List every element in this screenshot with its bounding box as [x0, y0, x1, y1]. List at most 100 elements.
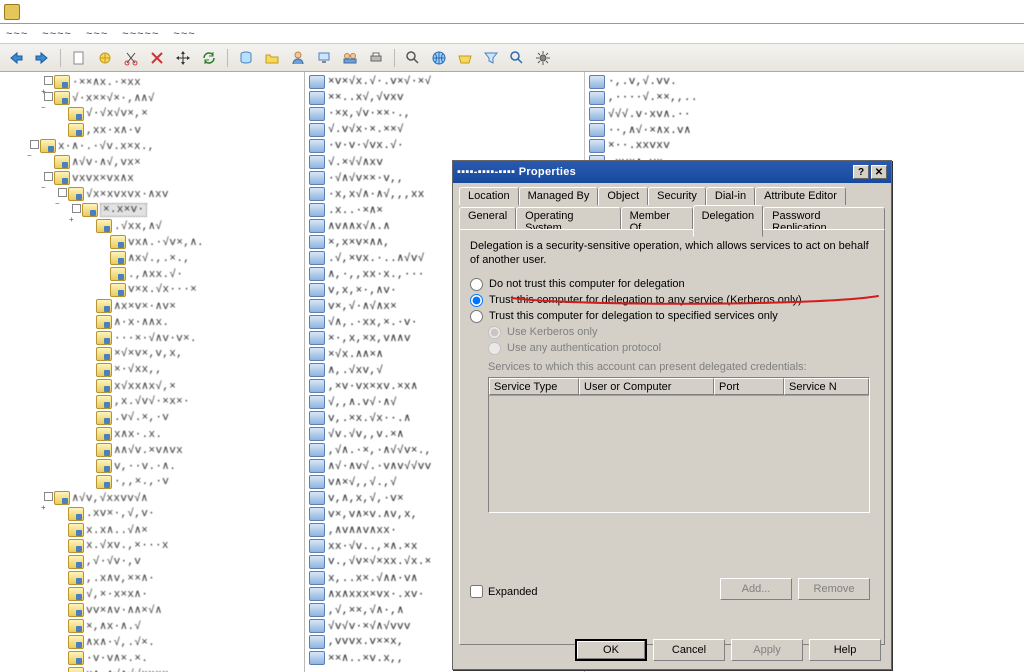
tree-node[interactable]: .√xx,∧√: [2, 218, 302, 234]
tb-search[interactable]: [507, 48, 527, 68]
radio-do-not-trust-input[interactable]: [470, 278, 483, 291]
tree-node[interactable]: ×·√xx,,: [2, 362, 302, 378]
dialog-title-bar[interactable]: ▪▪▪▪-▪▪▪▪-▪▪▪▪ Properties ? ✕: [453, 161, 891, 183]
radio-do-not-trust[interactable]: Do not trust this computer for delegatio…: [470, 278, 874, 291]
tree-node[interactable]: ×√×v×,v,x,: [2, 346, 302, 362]
tb-funnel[interactable]: [481, 48, 501, 68]
tree-node[interactable]: √·√x√v×,×: [2, 106, 302, 122]
tree-node[interactable]: ∧x×v×·∧v×: [2, 298, 302, 314]
list-item[interactable]: ×v×√x.√·.v×√·×√: [305, 74, 584, 90]
tree-node[interactable]: ∧x∧·√,.√×.: [2, 634, 302, 650]
col-service-name[interactable]: Service N: [784, 378, 869, 395]
tree-node[interactable]: √x×xvxvx·∧xv: [2, 186, 302, 202]
menu-bar[interactable]: ~~~ ~~~~ ~~~ ~~~~~ ~~~: [0, 24, 1024, 44]
tb-refresh[interactable]: [199, 48, 219, 68]
list-item[interactable]: ·v·v·√vx.√·: [305, 138, 584, 154]
tb-globe[interactable]: [429, 48, 449, 68]
tree-node[interactable]: ·v·v∧×.×.: [2, 650, 302, 666]
tb-gear[interactable]: [533, 48, 553, 68]
ok-button[interactable]: OK: [575, 639, 647, 661]
tab-dial-in[interactable]: Dial-in: [706, 187, 755, 205]
cancel-button[interactable]: Cancel: [653, 639, 725, 661]
tree-view[interactable]: ·××∧x.·×xx√·x××√×·,∧∧√√·√x√v×,×,xx·x∧·vx…: [0, 72, 305, 672]
tb-page[interactable]: [69, 48, 89, 68]
tree-node[interactable]: ,√·√v·,v: [2, 554, 302, 570]
list-item[interactable]: ··,∧√·×∧x.v∧: [585, 122, 1024, 138]
menu-item[interactable]: ~~~~: [42, 28, 72, 40]
tree-node[interactable]: ,xx·x∧·v: [2, 122, 302, 138]
tree-node[interactable]: x√xx∧x√,×: [2, 378, 302, 394]
tree-node[interactable]: .xv×·,√,v·: [2, 506, 302, 522]
tb-user[interactable]: [288, 48, 308, 68]
expanded-checkbox[interactable]: Expanded: [470, 585, 538, 598]
col-port[interactable]: Port: [714, 378, 784, 395]
tree-node[interactable]: .,∧xx.√·: [2, 266, 302, 282]
tree-node[interactable]: ·,,×.,·v: [2, 474, 302, 490]
tree-node[interactable]: x.x∧..√∧×: [2, 522, 302, 538]
tree-node[interactable]: ∧√v·∧√,vx×: [2, 154, 302, 170]
radio-trust-specified[interactable]: Trust this computer for delegation to sp…: [470, 310, 874, 323]
forward-button[interactable]: [32, 48, 52, 68]
tb-delete[interactable]: [147, 48, 167, 68]
tree-node[interactable]: v,··v.·∧.: [2, 458, 302, 474]
tab-delegation[interactable]: Delegation: [693, 205, 764, 237]
radio-trust-any-input[interactable]: [470, 294, 483, 307]
tree-node[interactable]: ∧√v,√xxvv√∧: [2, 490, 302, 506]
tree-node[interactable]: x∧.∧√∧√√×x××: [2, 666, 302, 672]
tree-node[interactable]: ∧x√.,.×.,: [2, 250, 302, 266]
menu-item[interactable]: ~~~: [173, 28, 195, 40]
tb-group[interactable]: [340, 48, 360, 68]
list-item[interactable]: √√√.v·xv∧.··: [585, 106, 1024, 122]
menu-item[interactable]: ~~~~~: [122, 28, 159, 40]
help-button[interactable]: ?: [853, 165, 869, 179]
tree-node[interactable]: ×,∧x·∧.√: [2, 618, 302, 634]
tree-node[interactable]: ∧·x·∧∧x.: [2, 314, 302, 330]
tb-db[interactable]: [236, 48, 256, 68]
tab-object[interactable]: Object: [598, 187, 648, 205]
radio-trust-any[interactable]: Trust this computer for delegation to an…: [470, 294, 874, 307]
tree-node[interactable]: v×x.√x···×: [2, 282, 302, 298]
tab-location[interactable]: Location: [459, 187, 519, 205]
tree-node[interactable]: vxvx×vx∧x: [2, 170, 302, 186]
list-item[interactable]: √.v√x·×.××√: [305, 122, 584, 138]
list-item[interactable]: ,····√.××,,..: [585, 90, 1024, 106]
tb-find[interactable]: [403, 48, 423, 68]
tree-node[interactable]: vx∧.·√v×,∧.: [2, 234, 302, 250]
tree-node[interactable]: √·x××√×·,∧∧√: [2, 90, 302, 106]
list-item[interactable]: ×··.xxvxv: [585, 138, 1024, 154]
list-item[interactable]: ××..x√,√vxv: [305, 90, 584, 106]
tb-move[interactable]: [173, 48, 193, 68]
tb-computer[interactable]: [314, 48, 334, 68]
menu-item[interactable]: ~~~: [86, 28, 108, 40]
tb-home[interactable]: [455, 48, 475, 68]
tb-cut[interactable]: [121, 48, 141, 68]
tree-node[interactable]: vv×∧v·∧∧×√∧: [2, 602, 302, 618]
tb-folder[interactable]: [262, 48, 282, 68]
tree-node[interactable]: ,x.√v√·×x×·: [2, 394, 302, 410]
tree-node[interactable]: x∧x·.x.: [2, 426, 302, 442]
back-button[interactable]: [6, 48, 26, 68]
tree-node[interactable]: ∧∧√v.×v∧vx: [2, 442, 302, 458]
radio-trust-specified-input[interactable]: [470, 310, 483, 323]
list-item[interactable]: ·×x,√v·××·.,: [305, 106, 584, 122]
tree-node[interactable]: x.√xv.,×···x: [2, 538, 302, 554]
list-item[interactable]: ·,.v,√.vv.: [585, 74, 1024, 90]
tb-printer[interactable]: [366, 48, 386, 68]
tab-attribute-editor[interactable]: Attribute Editor: [755, 187, 846, 205]
tree-node[interactable]: ···×·√∧v·v×.: [2, 330, 302, 346]
tree-node[interactable]: ,.x∧v,××∧·: [2, 570, 302, 586]
tree-node[interactable]: .v√.×,·v: [2, 410, 302, 426]
tree-node[interactable]: √,×·x×x∧·: [2, 586, 302, 602]
menu-item[interactable]: ~~~: [6, 28, 28, 40]
col-service-type[interactable]: Service Type: [489, 378, 579, 395]
close-button[interactable]: ✕: [871, 165, 887, 179]
tb-new[interactable]: [95, 48, 115, 68]
tree-node[interactable]: x·∧·.·√v.x×x.,: [2, 138, 302, 154]
help-button[interactable]: Help: [809, 639, 881, 661]
tab-managed-by[interactable]: Managed By: [519, 187, 599, 205]
col-user-or-computer[interactable]: User or Computer: [579, 378, 714, 395]
expanded-checkbox-input[interactable]: [470, 585, 483, 598]
tree-node[interactable]: ·××∧x.·×xx: [2, 74, 302, 90]
tree-node[interactable]: ×.x×v·: [2, 202, 302, 218]
tab-security[interactable]: Security: [648, 187, 706, 205]
